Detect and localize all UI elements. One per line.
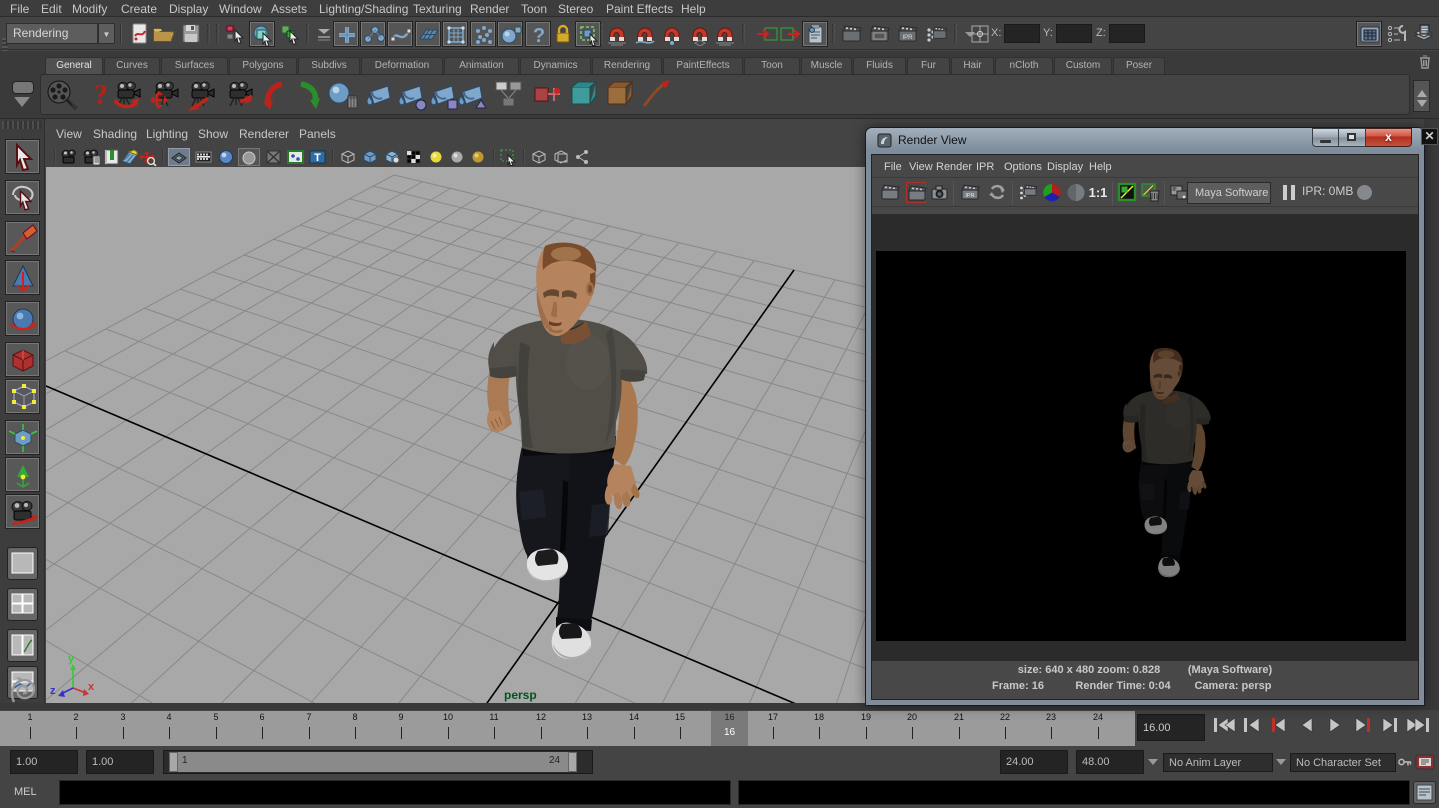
svg-text:x: x	[88, 681, 95, 693]
svg-text:?: ?	[94, 80, 108, 111]
svg-text:z: z	[50, 685, 56, 697]
svg-text:y: y	[68, 653, 75, 665]
svg-text:T: T	[314, 152, 321, 164]
svg-text:IPR: IPR	[965, 193, 974, 199]
svg-text:?: ?	[533, 25, 545, 47]
svg-text:IPR: IPR	[902, 35, 913, 41]
